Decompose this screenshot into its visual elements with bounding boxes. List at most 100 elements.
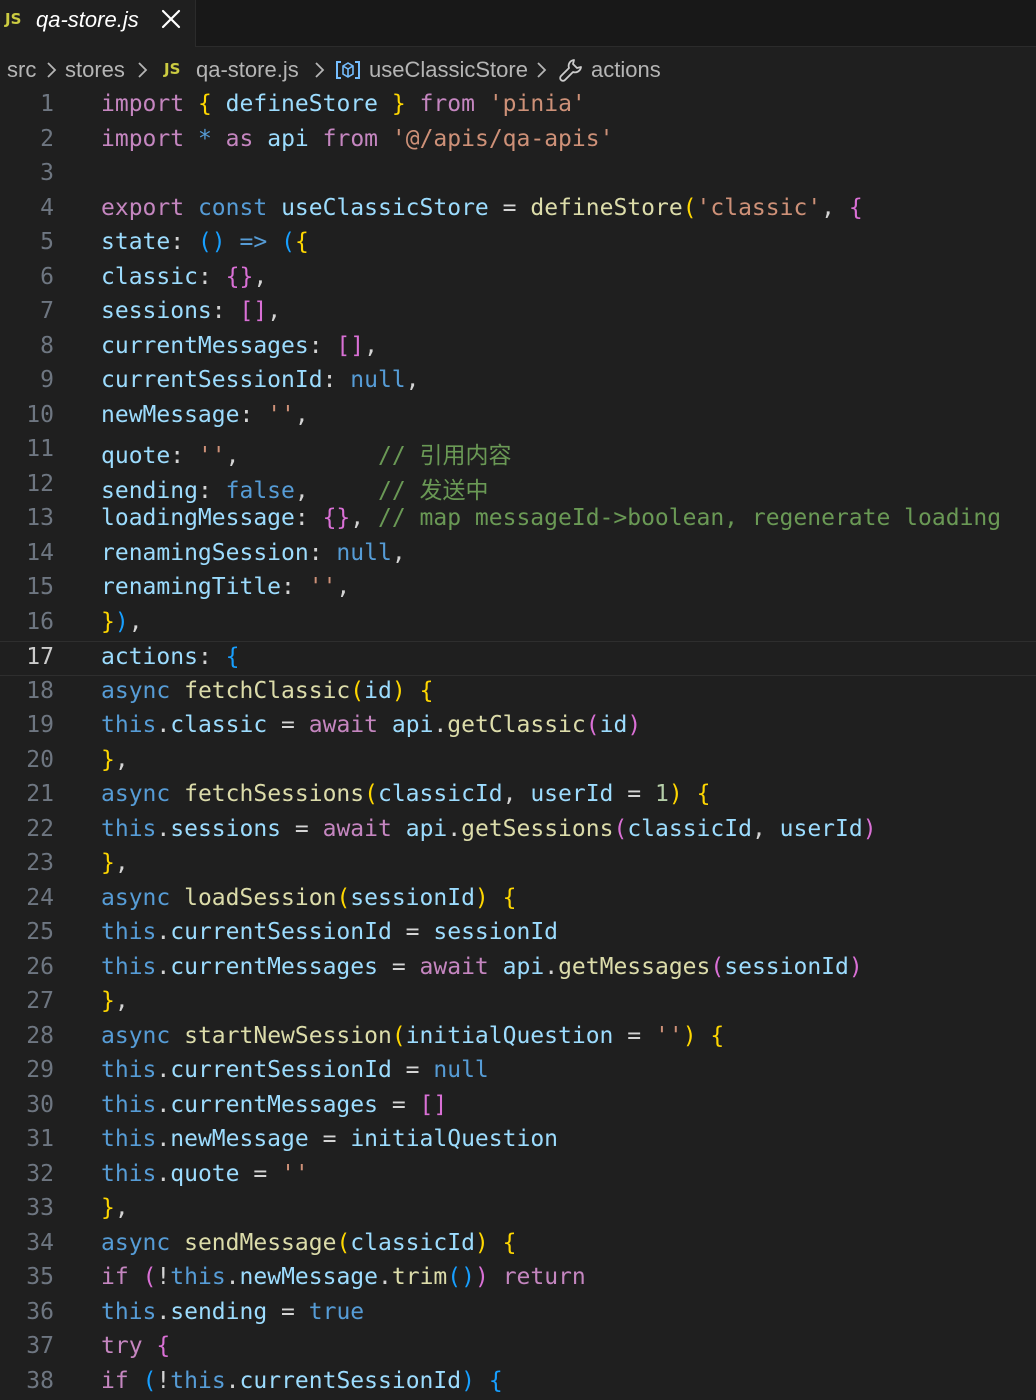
code-token bbox=[613, 781, 627, 807]
code-line[interactable]: 20}, bbox=[0, 745, 1036, 780]
breadcrumb-item-use-classic-store[interactable]: useClassicStore bbox=[369, 57, 528, 83]
code-line[interactable]: 30this.currentMessages = [] bbox=[0, 1090, 1036, 1125]
code-token: ( bbox=[613, 816, 627, 842]
code-token bbox=[475, 91, 489, 117]
code-line[interactable]: 12sending: false, // 发送中 bbox=[0, 469, 1036, 504]
code-line[interactable]: 7sessions: [], bbox=[0, 296, 1036, 331]
breadcrumb-item-stores[interactable]: stores bbox=[65, 57, 125, 83]
code-line[interactable]: 18async fetchClassic(id) { bbox=[0, 676, 1036, 711]
line-number: 13 bbox=[0, 505, 54, 531]
code-line[interactable]: 11quote: '', // 引用内容 bbox=[0, 434, 1036, 469]
code-line[interactable]: 34async sendMessage(classicId) { bbox=[0, 1228, 1036, 1263]
code-token: renamingSession bbox=[101, 540, 309, 566]
code-token bbox=[295, 1299, 309, 1325]
code-line[interactable]: 19this.classic = await api.getClassic(id… bbox=[0, 710, 1036, 745]
code-token: = bbox=[503, 195, 517, 221]
code-line[interactable]: 26this.currentMessages = await api.getMe… bbox=[0, 952, 1036, 987]
code-line[interactable]: 25this.currentSessionId = sessionId bbox=[0, 917, 1036, 952]
line-number: 21 bbox=[0, 781, 54, 807]
code-token: getClassic bbox=[447, 712, 585, 738]
code-token bbox=[184, 126, 198, 152]
code-line[interactable]: 22this.sessions = await api.getSessions(… bbox=[0, 814, 1036, 849]
code-token: ) bbox=[392, 678, 406, 704]
line-number: 36 bbox=[0, 1299, 54, 1325]
code-token: : bbox=[198, 644, 226, 670]
code-token: currentMessages bbox=[170, 954, 378, 980]
code-line[interactable]: 37try { bbox=[0, 1331, 1036, 1366]
code-token: as bbox=[226, 126, 254, 152]
code-token bbox=[683, 781, 697, 807]
breadcrumb-item-actions[interactable]: actions bbox=[591, 57, 661, 83]
code-line[interactable]: 8currentMessages: [], bbox=[0, 331, 1036, 366]
code-token: '' bbox=[281, 1161, 309, 1187]
code-token: currentMessages bbox=[170, 1092, 378, 1118]
code-token: loadSession bbox=[184, 885, 336, 911]
breadcrumb-item-file[interactable]: qa-store.js bbox=[196, 57, 299, 83]
js-file-icon: JS bbox=[5, 10, 21, 28]
code-token: } bbox=[101, 609, 115, 635]
code-token: currentSessionId bbox=[101, 367, 323, 393]
code-line[interactable]: 6classic: {}, bbox=[0, 262, 1036, 297]
code-text: this.currentSessionId = null bbox=[101, 1057, 489, 1083]
code-token: sessions bbox=[101, 298, 212, 324]
code-line[interactable]: 9currentSessionId: null, bbox=[0, 365, 1036, 400]
code-line[interactable]: 28async startNewSession(initialQuestion … bbox=[0, 1021, 1036, 1056]
code-line[interactable]: 16}), bbox=[0, 607, 1036, 642]
code-token: () bbox=[447, 1264, 475, 1290]
code-token: classicId bbox=[378, 781, 503, 807]
code-line[interactable]: 35if (!this.newMessage.trim()) return bbox=[0, 1262, 1036, 1297]
code-line[interactable]: 4export const useClassicStore = defineSt… bbox=[0, 193, 1036, 228]
code-line[interactable]: 2import * as api from '@/apis/qa-apis' bbox=[0, 124, 1036, 159]
line-number: 27 bbox=[0, 988, 54, 1014]
code-line[interactable]: 38if (!this.currentSessionId) { bbox=[0, 1366, 1036, 1400]
code-token: from bbox=[420, 91, 475, 117]
code-token bbox=[212, 91, 226, 117]
code-token: this bbox=[101, 954, 156, 980]
code-token: quote bbox=[170, 1161, 239, 1187]
code-token: false bbox=[226, 478, 295, 504]
line-number: 11 bbox=[0, 436, 54, 462]
code-token bbox=[253, 126, 267, 152]
code-token: : bbox=[309, 540, 337, 566]
code-line[interactable]: 3 bbox=[0, 158, 1036, 193]
code-token: ) bbox=[475, 1264, 489, 1290]
code-token: await bbox=[420, 954, 489, 980]
code-text: this.newMessage = initialQuestion bbox=[101, 1126, 558, 1152]
code-line[interactable]: 31this.newMessage = initialQuestion bbox=[0, 1124, 1036, 1159]
code-token: ( bbox=[143, 1264, 157, 1290]
code-token: this bbox=[101, 1126, 156, 1152]
code-token: . bbox=[156, 1299, 170, 1325]
code-token: { bbox=[198, 91, 212, 117]
breadcrumb-item-src[interactable]: src bbox=[7, 57, 36, 83]
code-line[interactable]: 23}, bbox=[0, 848, 1036, 883]
code-line[interactable]: 32this.quote = '' bbox=[0, 1159, 1036, 1194]
code-line[interactable]: 27}, bbox=[0, 986, 1036, 1021]
editor-tab-qa-store[interactable]: JS qa-store.js bbox=[0, 0, 196, 47]
js-file-icon: JS bbox=[164, 60, 180, 78]
code-line[interactable]: 13loadingMessage: {}, // map messageId->… bbox=[0, 503, 1036, 538]
code-line[interactable]: 1import { defineStore } from 'pinia' bbox=[0, 89, 1036, 124]
code-line[interactable]: 24async loadSession(sessionId) { bbox=[0, 883, 1036, 918]
code-line[interactable]: 33}, bbox=[0, 1193, 1036, 1228]
code-line[interactable]: 15renamingTitle: '', bbox=[0, 572, 1036, 607]
code-token: from bbox=[323, 126, 378, 152]
code-token: newMessage bbox=[170, 1126, 308, 1152]
code-line[interactable]: 14renamingSession: null, bbox=[0, 538, 1036, 573]
code-token: . bbox=[156, 1161, 170, 1187]
close-icon[interactable] bbox=[158, 6, 184, 32]
code-token: , bbox=[226, 443, 378, 469]
code-token: ( bbox=[364, 781, 378, 807]
code-token bbox=[170, 781, 184, 807]
line-number: 12 bbox=[0, 471, 54, 497]
code-text: sessions: [], bbox=[101, 298, 281, 324]
code-editor[interactable]: 1import { defineStore } from 'pinia'2imp… bbox=[0, 89, 1036, 1390]
code-line[interactable]: 36this.sending = true bbox=[0, 1297, 1036, 1332]
code-token: } bbox=[392, 91, 406, 117]
code-line[interactable]: 17actions: { bbox=[0, 641, 1036, 676]
code-line[interactable]: 29this.currentSessionId = null bbox=[0, 1055, 1036, 1090]
code-line[interactable]: 21async fetchSessions(classicId, userId … bbox=[0, 779, 1036, 814]
code-token: 引用内容 bbox=[420, 443, 512, 469]
code-line[interactable]: 10newMessage: '', bbox=[0, 400, 1036, 435]
code-token bbox=[420, 919, 434, 945]
code-line[interactable]: 5state: () => ({ bbox=[0, 227, 1036, 262]
